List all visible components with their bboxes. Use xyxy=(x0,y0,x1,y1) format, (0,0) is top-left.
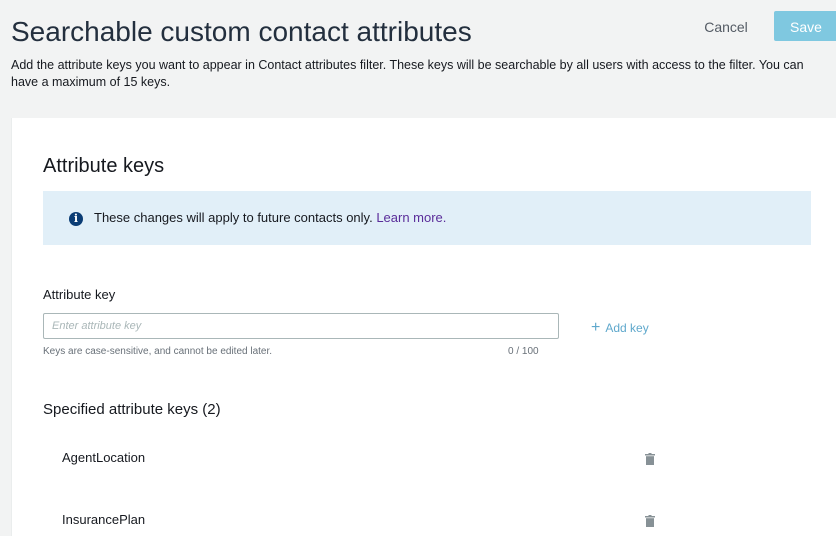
attribute-key-name: AgentLocation xyxy=(62,450,146,465)
info-icon: i xyxy=(69,212,83,226)
info-message: These changes will apply to future conta… xyxy=(94,210,446,225)
attribute-keys-panel: Attribute keys i These changes will appl… xyxy=(11,118,836,536)
page-description: Add the attribute keys you want to appea… xyxy=(11,58,804,89)
plus-icon: + xyxy=(591,319,601,336)
trash-icon[interactable] xyxy=(645,515,655,527)
page: Searchable custom contact attributes Can… xyxy=(0,0,836,536)
attribute-key-input[interactable] xyxy=(43,313,559,339)
page-header: Searchable custom contact attributes Can… xyxy=(0,0,836,118)
info-text: These changes will apply to future conta… xyxy=(94,210,373,225)
section-title: Attribute keys xyxy=(43,155,165,177)
specified-keys-title: Specified attribute keys (2) xyxy=(43,401,221,418)
cancel-button[interactable]: Cancel xyxy=(686,12,766,40)
list-item: AgentLocation xyxy=(43,445,663,473)
attribute-key-name: InsurancePlan xyxy=(62,512,146,527)
add-key-button[interactable]: + Add key xyxy=(591,319,649,337)
learn-more-link[interactable]: Learn more. xyxy=(376,210,446,225)
page-title: Searchable custom contact attributes xyxy=(11,16,472,47)
list-item: InsurancePlan xyxy=(43,507,663,535)
character-counter: 0 / 100 xyxy=(508,346,539,357)
info-alert: i These changes will apply to future con… xyxy=(43,191,811,245)
attribute-key-help: Keys are case-sensitive, and cannot be e… xyxy=(43,346,273,357)
attribute-key-label: Attribute key xyxy=(43,287,116,302)
save-button[interactable]: Save xyxy=(774,11,836,41)
add-key-label: Add key xyxy=(605,321,649,335)
trash-icon[interactable] xyxy=(645,453,655,465)
